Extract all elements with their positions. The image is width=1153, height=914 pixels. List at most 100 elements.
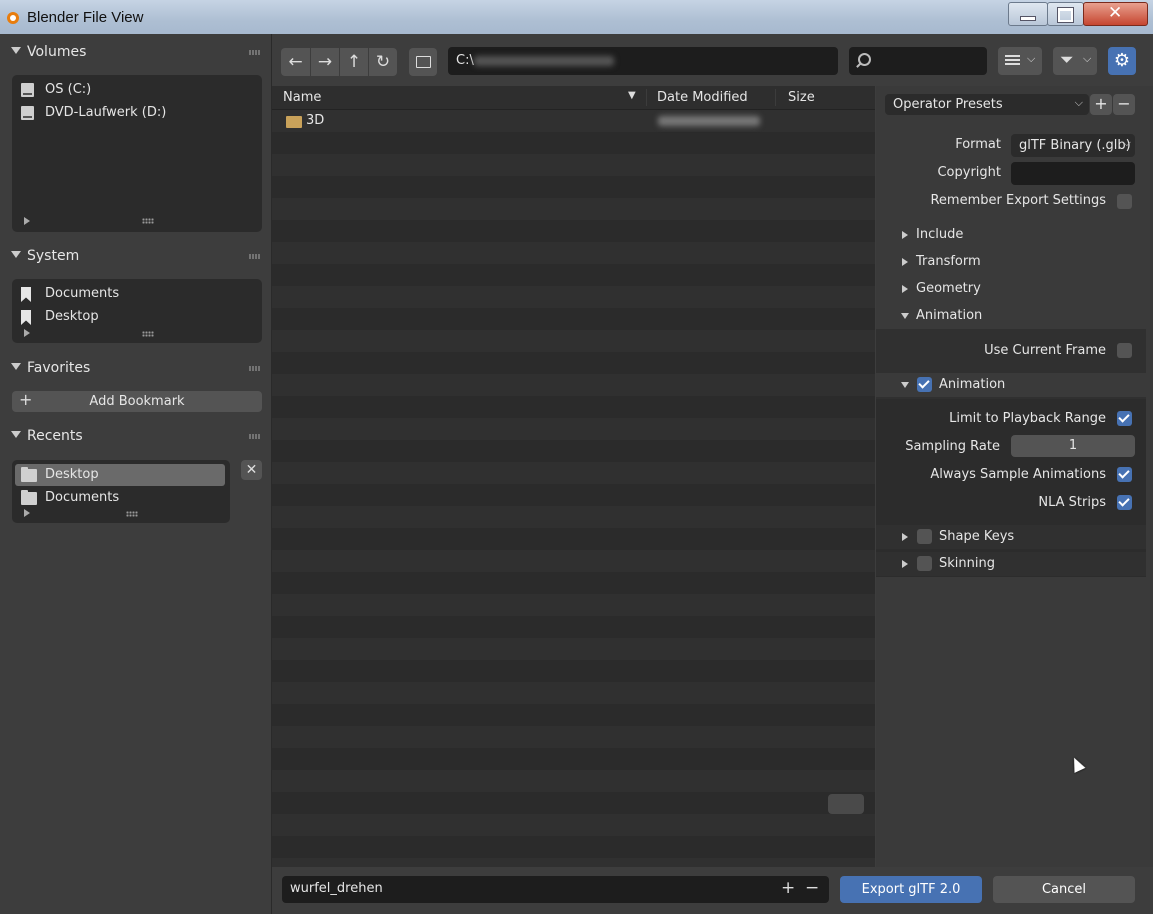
bookmark-icon xyxy=(21,287,31,302)
animation-checkbox[interactable] xyxy=(917,377,932,392)
plus-icon: + xyxy=(1094,94,1108,113)
animation-section-header[interactable]: Animation xyxy=(876,305,1153,327)
increment-button[interactable]: + xyxy=(781,878,795,898)
forward-button[interactable]: → xyxy=(311,48,339,76)
nla-strips-checkbox[interactable] xyxy=(1117,495,1132,510)
parent-directory-button[interactable]: ↑ xyxy=(340,48,368,76)
system-list: Documents Desktop xyxy=(12,279,262,343)
drag-handle-icon[interactable] xyxy=(249,366,261,371)
empty-row xyxy=(272,814,875,836)
close-icon: ✕ xyxy=(245,462,258,478)
filter-icon: ⏷ xyxy=(1060,50,1074,70)
include-section-header[interactable]: Include xyxy=(876,224,1153,246)
column-name[interactable]: Name xyxy=(283,90,321,105)
mouse-cursor-icon xyxy=(1068,755,1086,773)
resize-handle-icon[interactable] xyxy=(142,218,154,224)
settings-toggle-button[interactable]: ⚙ xyxy=(1108,47,1136,75)
empty-row xyxy=(272,836,875,858)
volumes-header[interactable]: Volumes xyxy=(0,38,271,66)
animation-subsection-header[interactable]: Animation xyxy=(876,373,1146,397)
new-folder-icon xyxy=(416,56,431,68)
folder-icon xyxy=(21,467,37,482)
filter-dropdown[interactable]: ⏷ ⌵ xyxy=(1053,47,1097,75)
system-item-documents[interactable]: Documents xyxy=(12,283,262,305)
skinning-checkbox[interactable] xyxy=(917,556,932,571)
column-date-modified[interactable]: Date Modified xyxy=(657,90,748,105)
remove-preset-button[interactable]: − xyxy=(1113,94,1135,115)
expand-icon xyxy=(902,560,908,568)
maximize-button[interactable] xyxy=(1047,2,1084,26)
refresh-icon: ↻ xyxy=(375,52,391,72)
format-dropdown[interactable]: glTF Binary (.glb) ⌵ xyxy=(1011,134,1135,157)
file-list xyxy=(272,86,875,867)
animation-sub-label: Animation xyxy=(939,377,1006,392)
decrement-button[interactable]: − xyxy=(805,878,819,898)
recents-title: Recents xyxy=(27,428,83,444)
add-bookmark-button[interactable]: + Add Bookmark xyxy=(12,390,262,412)
transform-section-header[interactable]: Transform xyxy=(876,251,1153,273)
recent-item-documents[interactable]: Documents xyxy=(12,487,230,509)
system-header[interactable]: System xyxy=(0,242,271,270)
shape-keys-section-header[interactable]: Shape Keys xyxy=(876,525,1146,549)
close-window-button[interactable]: ✕ xyxy=(1083,2,1148,26)
path-field[interactable]: C:\ xyxy=(448,47,838,75)
operator-presets-dropdown[interactable]: Operator Presets ⌵ xyxy=(885,94,1089,115)
drag-handle-icon[interactable] xyxy=(249,50,261,55)
empty-row xyxy=(272,638,875,660)
sampling-rate-value: 1 xyxy=(1068,438,1078,453)
scrollbar-handle[interactable] xyxy=(828,794,864,814)
shape-keys-checkbox[interactable] xyxy=(917,529,932,544)
expand-icon xyxy=(902,258,908,266)
cancel-button[interactable]: Cancel xyxy=(993,876,1135,903)
sort-arrow-icon[interactable]: ▼ xyxy=(628,90,636,101)
system-item-desktop[interactable]: Desktop xyxy=(12,306,262,328)
sampling-rate-field[interactable]: 1 xyxy=(1011,435,1135,457)
filename-input[interactable]: wurfel_drehen + − xyxy=(282,876,829,903)
system-item-label: Documents xyxy=(45,286,120,301)
filename-value: wurfel_drehen xyxy=(290,881,383,896)
drag-handle-icon[interactable] xyxy=(249,434,261,439)
geometry-section-header[interactable]: Geometry xyxy=(876,278,1153,300)
drag-handle-icon[interactable] xyxy=(249,254,261,259)
column-size[interactable]: Size xyxy=(788,90,815,105)
empty-row xyxy=(272,594,875,616)
expand-icon xyxy=(902,285,908,293)
empty-row xyxy=(272,154,875,176)
arrow-up-icon: ↑ xyxy=(346,52,362,72)
volume-item-c[interactable]: OS (C:) xyxy=(12,79,262,101)
export-button[interactable]: Export glTF 2.0 xyxy=(840,876,982,903)
bookmark-icon xyxy=(21,310,31,325)
gear-icon: ⚙ xyxy=(1113,50,1131,71)
skinning-label: Skinning xyxy=(939,556,995,571)
file-entry-3d[interactable]: 3D xyxy=(272,110,875,132)
skinning-section-header[interactable]: Skinning xyxy=(876,552,1146,576)
remember-settings-checkbox[interactable] xyxy=(1117,194,1132,209)
search-input[interactable] xyxy=(849,47,987,75)
clear-recents-button[interactable]: ✕ xyxy=(241,460,262,480)
favorites-header[interactable]: Favorites xyxy=(0,354,271,382)
expand-icon[interactable] xyxy=(24,509,30,517)
recent-item-desktop[interactable]: Desktop xyxy=(15,464,225,486)
recents-header[interactable]: Recents xyxy=(0,422,271,450)
limit-playback-checkbox[interactable] xyxy=(1117,411,1132,426)
volume-item-d[interactable]: DVD-Laufwerk (D:) xyxy=(12,102,262,124)
expand-icon[interactable] xyxy=(24,329,30,337)
maximize-icon xyxy=(1057,7,1074,23)
use-current-frame-checkbox[interactable] xyxy=(1117,343,1132,358)
always-sample-checkbox[interactable] xyxy=(1117,467,1132,482)
expand-icon[interactable] xyxy=(24,217,30,225)
resize-handle-icon[interactable] xyxy=(142,331,154,337)
resize-handle-icon[interactable] xyxy=(126,511,138,517)
minimize-button[interactable] xyxy=(1008,2,1048,26)
collapse-icon xyxy=(11,47,21,54)
animation-label: Animation xyxy=(916,308,983,323)
refresh-button[interactable]: ↻ xyxy=(369,48,397,76)
back-button[interactable]: ← xyxy=(281,48,310,76)
add-preset-button[interactable]: + xyxy=(1090,94,1112,115)
display-mode-dropdown[interactable]: ⌵ xyxy=(998,47,1042,75)
expand-icon xyxy=(902,231,908,239)
empty-row xyxy=(272,440,875,462)
copyright-input[interactable] xyxy=(1011,162,1135,185)
new-folder-button[interactable] xyxy=(409,48,437,76)
arrow-right-icon: → xyxy=(317,52,333,72)
